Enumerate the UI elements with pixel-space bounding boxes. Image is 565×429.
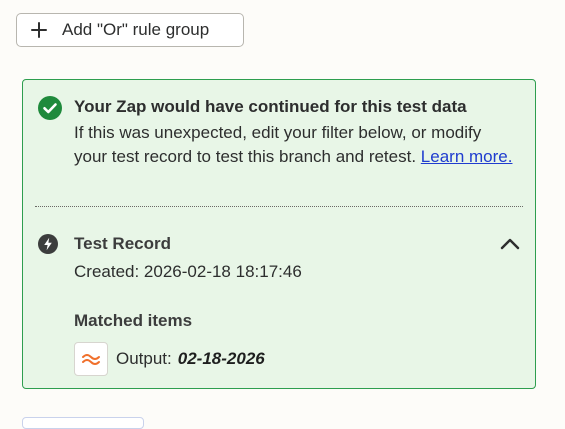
status-title: Your Zap would have continued for this t… xyxy=(74,97,467,116)
output-value: 02-18-2026 xyxy=(177,349,265,368)
output-label: Output: xyxy=(116,349,172,368)
bolt-icon xyxy=(38,234,58,254)
test-record-title: Test Record xyxy=(74,234,171,253)
next-control[interactable] xyxy=(22,417,144,429)
formatter-icon xyxy=(74,342,108,376)
add-or-rule-group-label: Add "Or" rule group xyxy=(62,20,210,39)
divider xyxy=(35,206,523,207)
chevron-up-icon[interactable] xyxy=(500,235,520,251)
status-row: Your Zap would have continued for this t… xyxy=(38,95,467,120)
test-record-header[interactable]: Test Record xyxy=(38,231,520,257)
status-description: If this was unexpected, edit your filter… xyxy=(74,121,514,169)
check-circle-icon xyxy=(38,96,62,120)
add-or-rule-group-button[interactable]: Add "Or" rule group xyxy=(16,13,244,47)
test-record-created: Created: 2026-02-18 18:17:46 xyxy=(74,262,302,281)
matched-item: Output: 02-18-2026 xyxy=(74,342,265,376)
learn-more-link[interactable]: Learn more. xyxy=(421,147,513,166)
matched-items-title: Matched items xyxy=(74,311,193,330)
plus-icon xyxy=(31,22,47,38)
test-result-panel: Your Zap would have continued for this t… xyxy=(22,79,536,389)
